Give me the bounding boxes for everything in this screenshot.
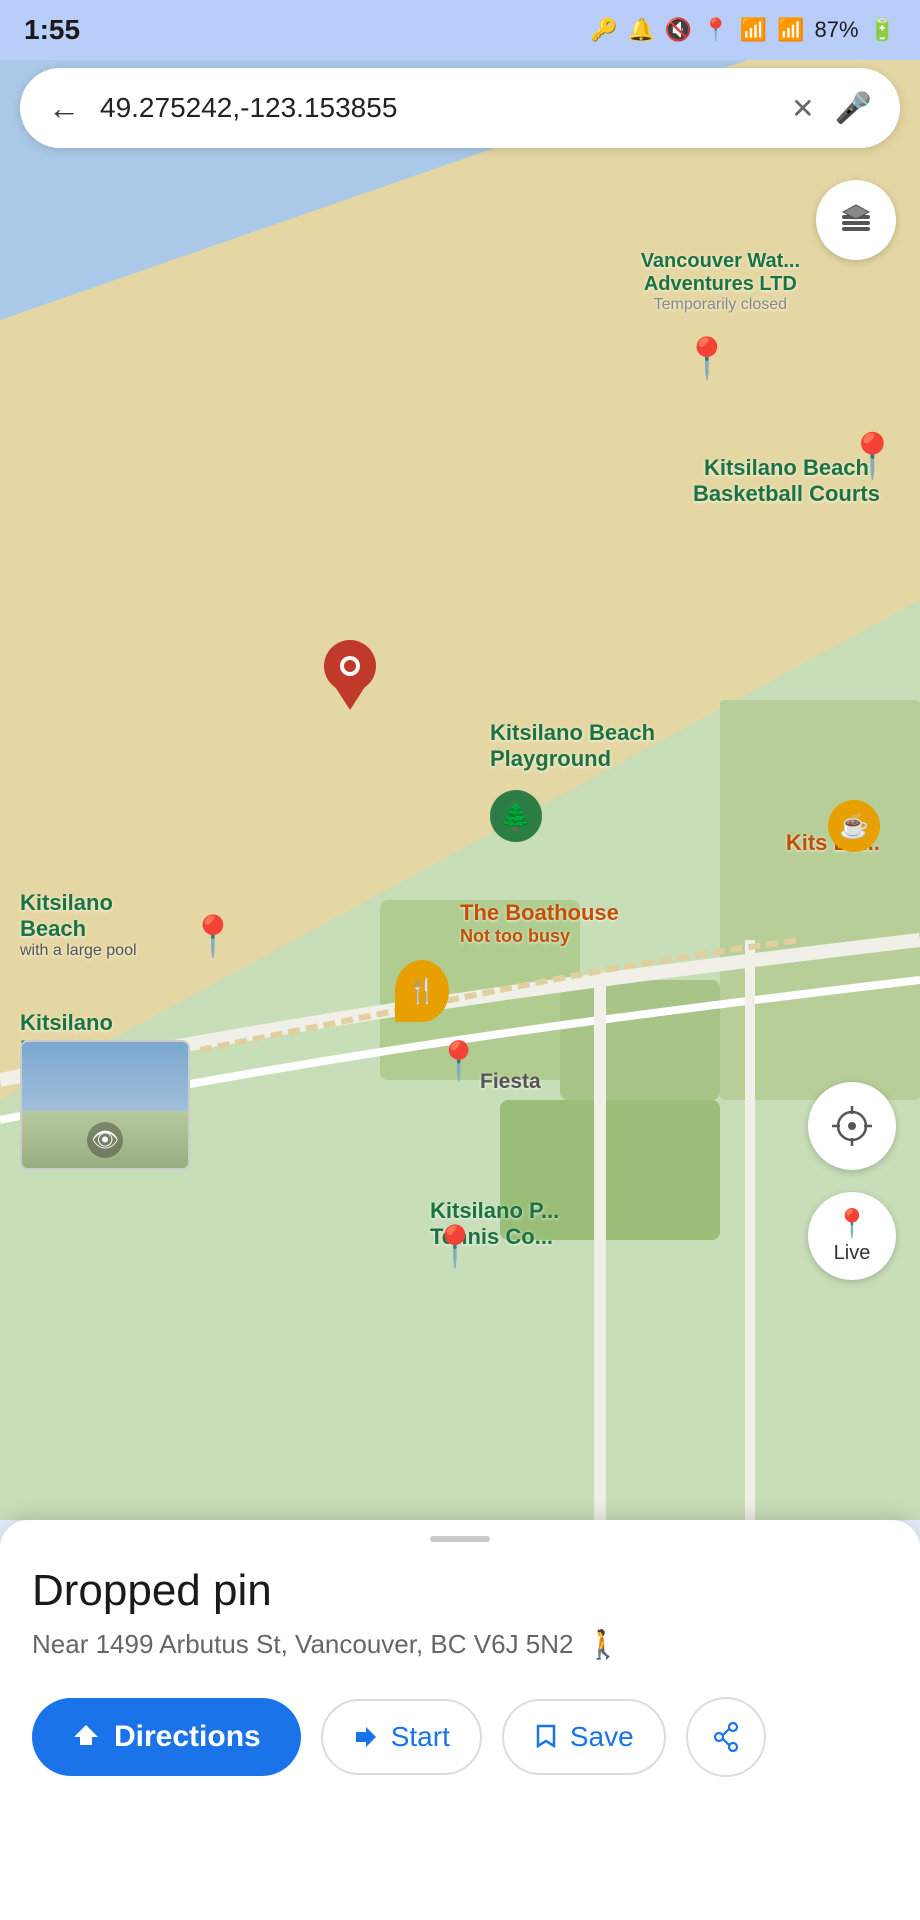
- clear-button[interactable]: ✕: [791, 92, 814, 125]
- walk-icon: 🚶: [586, 1628, 621, 1661]
- start-label: Start: [391, 1721, 450, 1753]
- battery-icon: 🔋: [869, 17, 896, 43]
- live-label: Live: [834, 1242, 871, 1265]
- place-label-boathouse: The Boathouse Not too busy: [460, 900, 619, 947]
- place-label-playground: Kitsilano Beach Playground: [490, 720, 655, 772]
- sheet-actions: Directions Start Save: [32, 1697, 888, 1777]
- key-icon: 🔑: [590, 17, 617, 43]
- location-button[interactable]: [808, 1082, 896, 1170]
- live-button[interactable]: 📍 Live: [808, 1192, 896, 1280]
- map-view[interactable]: Vancouver Wat... Adventures LTD Temporar…: [0, 0, 920, 1520]
- place-label-kits-beach: Kitsilano Beach with a large pool: [20, 890, 137, 960]
- pin-fiesta: 📍: [435, 1040, 482, 1084]
- bottom-sheet: Dropped pin Near 1499 Arbutus St, Vancou…: [0, 1520, 920, 1920]
- location-icon: 📍: [702, 17, 729, 43]
- place-label-water-adventures: Vancouver Wat... Adventures LTD Temporar…: [641, 250, 800, 314]
- sheet-handle: [430, 1536, 490, 1542]
- pin-boathouse: 🍴: [395, 960, 449, 1022]
- save-label: Save: [570, 1721, 634, 1753]
- pin-playground-icon: 🌲: [490, 790, 542, 842]
- signal-icon: 📶: [777, 17, 804, 43]
- status-bar: 1:55 🔑 🔔 🔇 📍 📶 📶 87% 🔋: [0, 0, 920, 60]
- thumbnail-eye-icon: 👁: [87, 1122, 123, 1158]
- place-label-fiesta: Fiesta: [480, 1070, 541, 1094]
- mute-icon: 🔇: [665, 17, 692, 43]
- pin-kits-be: ☕: [828, 800, 880, 852]
- directions-button[interactable]: Directions: [32, 1698, 301, 1776]
- mic-button[interactable]: 🎤: [835, 91, 872, 126]
- alert-icon: 🔔: [628, 17, 655, 43]
- pin-tennis: 📍: [430, 1223, 480, 1270]
- directions-label: Directions: [114, 1720, 261, 1754]
- live-pin-icon: 📍: [835, 1207, 870, 1240]
- battery-text: 87%: [815, 17, 859, 43]
- dropped-pin-title: Dropped pin: [32, 1566, 888, 1616]
- save-button[interactable]: Save: [502, 1699, 666, 1775]
- search-bar[interactable]: ← 49.275242,-123.153855 ✕ 🎤: [20, 68, 900, 148]
- search-coordinates[interactable]: 49.275242,-123.153855: [100, 92, 771, 124]
- status-time: 1:55: [24, 14, 80, 46]
- dropped-pin: [322, 638, 378, 715]
- map-thumbnail[interactable]: 👁: [20, 1040, 190, 1170]
- share-button[interactable]: [686, 1697, 766, 1777]
- status-icons: 🔑 🔔 🔇 📍 📶 📶 87% 🔋: [590, 17, 896, 43]
- back-button[interactable]: ←: [48, 90, 80, 127]
- address-text: Near 1499 Arbutus St, Vancouver, BC V6J …: [32, 1629, 574, 1660]
- wifi-icon: 📶: [740, 17, 767, 43]
- start-button[interactable]: Start: [321, 1699, 482, 1775]
- pin-basketball: 📍: [845, 430, 900, 482]
- pin-kits-beach: 📍: [188, 913, 238, 960]
- sheet-address: Near 1499 Arbutus St, Vancouver, BC V6J …: [32, 1628, 888, 1661]
- layer-toggle-button[interactable]: [816, 180, 896, 260]
- pin-water-adventures: 📍: [682, 335, 732, 382]
